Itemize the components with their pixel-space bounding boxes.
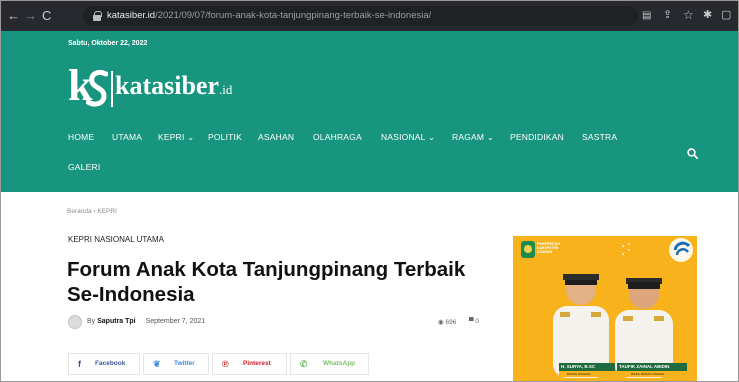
breadcrumb-current[interactable]: KEPRI [97, 208, 117, 215]
breadcrumb-home[interactable]: Beranda [67, 208, 92, 215]
share-twitter-button[interactable]: ❦ Twitter [143, 353, 209, 375]
address-bar[interactable]: katasiber.id/2021/09/07/forum-anak-kota-… [83, 6, 638, 26]
search-icon[interactable] [687, 148, 698, 159]
eye-icon: ◉ [438, 319, 444, 326]
window-icon[interactable]: ▢ [721, 8, 731, 23]
logo-divider [111, 71, 113, 107]
page: ← → C katasiber.id/2021/09/07/forum-anak… [0, 0, 739, 382]
header-date: Sabtu, Oktober 22, 2022 [68, 40, 148, 47]
bookmark-star-icon[interactable]: ☆ [683, 8, 694, 23]
ad-role-1: BUPATI ASAHAN [567, 372, 591, 376]
byline: By Saputra Tpi September 7, 2021 [87, 318, 205, 325]
reader-mode-icon[interactable]: ▤ [642, 8, 651, 23]
share-page-icon[interactable]: ⇪ [663, 8, 672, 23]
author-avatar[interactable] [68, 315, 82, 329]
nav-nasional[interactable]: NASIONAL ⌄ [381, 132, 435, 143]
byline-prefix: By [87, 318, 96, 325]
share-whatsapp-button[interactable]: ✆ WhatsApp [290, 353, 369, 375]
article-date: September 7, 2021 [145, 318, 206, 325]
nav-galeri[interactable]: GALERI [68, 162, 100, 172]
ad-role-2: WAKIL BUPATI ASAHAN [631, 372, 665, 376]
breadcrumb-separator: › [93, 208, 96, 215]
ad-banner[interactable]: PEMERINTAH KABUPATEN ASAHAN H. SURYA, B.SC… [513, 236, 697, 381]
breadcrumb: Beranda › KEPRI [67, 208, 117, 215]
view-count: ◉ 696 [438, 319, 457, 326]
url-text: katasiber.id/2021/09/07/forum-anak-kota-… [107, 10, 432, 21]
lock-icon [93, 11, 102, 21]
logo-s-shape [86, 69, 108, 107]
nav-utama[interactable]: UTAMA [112, 132, 142, 142]
nav-pendidikan[interactable]: PENDIDIKAN [510, 132, 564, 142]
article-categories[interactable]: KEPRI NASIONAL UTAMA [68, 235, 164, 244]
nav-asahan[interactable]: ASAHAN [258, 132, 294, 142]
ad-artwork [521, 238, 693, 378]
forward-icon[interactable]: → [24, 8, 37, 23]
author-name[interactable]: Saputra Tpi [97, 318, 136, 325]
reload-icon[interactable]: C [42, 8, 51, 23]
comment-icon: ▀ [469, 318, 474, 325]
logo-wordmark[interactable]: katasiber.id [115, 71, 232, 101]
browser-toolbar: ← → C katasiber.id/2021/09/07/forum-anak… [1, 1, 738, 31]
nav-sastra[interactable]: SASTRA [582, 132, 617, 142]
pinterest-icon: ℗ [222, 359, 229, 369]
nav-olahraga[interactable]: OLAHRAGA [313, 132, 362, 142]
logo-mark[interactable]: k [68, 64, 108, 108]
nav-home[interactable]: HOME [68, 132, 94, 142]
twitter-icon: ❦ [153, 359, 161, 369]
ad-org-text: PEMERINTAH KABUPATEN ASAHAN [537, 242, 560, 254]
back-icon[interactable]: ← [7, 8, 20, 23]
nav-politik[interactable]: POLITIK [208, 132, 242, 142]
ad-name-2: TAUFIK ZAINAL ABIDIN [619, 364, 670, 369]
whatsapp-icon: ✆ [300, 359, 308, 369]
article-title: Forum Anak Kota Tanjungpinang Terbaik Se-… [67, 258, 466, 306]
site-header: Sabtu, Oktober 22, 2022 k katasiber.id H… [1, 31, 738, 192]
share-facebook-button[interactable]: f Facebook [68, 353, 140, 375]
comment-count[interactable]: ▀ 0 [469, 318, 479, 325]
nav-ragam[interactable]: RAGAM ⌄ [452, 132, 494, 143]
share-pinterest-button[interactable]: ℗ Pinterest [212, 353, 287, 375]
nav-kepri[interactable]: KEPRI ⌄ [158, 132, 194, 143]
ad-name-1: H. SURYA, B.SC [561, 364, 596, 369]
extensions-icon[interactable]: ✱ [703, 8, 712, 23]
facebook-icon: f [78, 359, 81, 369]
